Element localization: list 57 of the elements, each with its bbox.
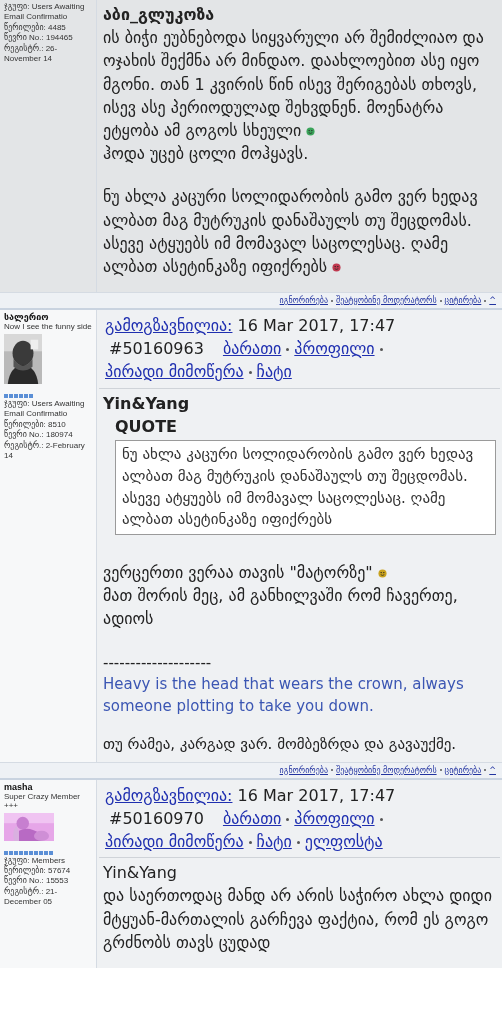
separator-dot [296, 840, 300, 844]
member-stat: წერილები: 57674 [4, 865, 72, 876]
posted-link[interactable]: გამოგზავნილია: [105, 785, 233, 805]
member-stat: წერილები: 8510 [4, 419, 67, 430]
profile-link[interactable]: ბარათი [222, 808, 282, 828]
signature-rule: -------------------- [103, 652, 213, 674]
separator-dot [248, 371, 252, 375]
profile-link[interactable]: პროფილი [294, 339, 375, 359]
member-stat: რეგისტრ.: 2-February 14 [4, 440, 86, 462]
member-title: Now I see the funny side [4, 322, 93, 332]
quoted-name: Yin&Yang [103, 392, 191, 415]
post-action-link[interactable]: შეატყობინე მოდერატორს [336, 765, 437, 775]
separator-dot [248, 840, 252, 844]
separator-dot [379, 817, 383, 821]
profile-link[interactable]: პირადი მიმოწერა [105, 362, 244, 382]
post-action-link[interactable]: ციტირება [444, 296, 482, 306]
post-date: 16 Mar 2017, 17:47 [237, 785, 396, 805]
post-action-link[interactable]: ციტირება [444, 765, 482, 775]
post-action-link[interactable]: იგნორირება [279, 296, 328, 306]
member-stat: წევრი No.: 180974 [4, 430, 74, 441]
quoted-name: Yin&Yang [103, 862, 178, 885]
member-stat: წევრი No.: 194465 [4, 33, 74, 44]
post-text: ნუ ახლა კაცური სოლიდარობის გამო ვერ ხედავ ალბათ მაგ მუტრუკის დანაშაულს თუ შეცდომას. ასევე ატყუებს იმ მომავალ საცოლესაც. ღამე ალბათ ასეტინკაზე იფიქრებს [103, 187, 478, 276]
quote-label: QUOTE [115, 415, 179, 438]
post-text: ვერცერთი ვერაა თავის "მატორზე" [103, 563, 374, 582]
post-text: ჰოდა უცებ ცოლი მოჰყავს. [103, 144, 309, 164]
member-stat: ჯგუფი: Members [4, 855, 66, 866]
profile-link[interactable]: ჩატი [256, 362, 292, 382]
posted-link[interactable]: გამოგზავნილია: [105, 316, 233, 336]
post-action-link[interactable]: ^ [489, 765, 496, 775]
post-action-link[interactable]: ^ [489, 296, 496, 306]
profile-link[interactable]: პროფილი [294, 808, 375, 828]
separator-dot [286, 817, 290, 821]
post-action-link[interactable]: შეატყობინე მოდერატორს [336, 296, 437, 306]
separator-dot [286, 348, 290, 352]
signature-note: თუ რამეა, კარგად ვარ. მომბეზრდა და გავაუქმე. [103, 733, 458, 755]
post-text: და საერთოდაც მანდ არ არის საჭირო ახლა დიდი მტყუან-მართალის გარჩევა ფაქტია, რომ ეს გოგო გრძნობს თავს ცუდად [103, 886, 492, 952]
quoted-name: აბი_გლუკოზა [103, 4, 216, 26]
username[interactable]: სალერიო [4, 312, 93, 323]
profile-link[interactable]: ჩატი [256, 831, 292, 851]
post-number: #50160963 [109, 339, 204, 359]
post-action-link[interactable]: იგნორირება [279, 765, 328, 775]
quote-text: ნუ ახლა კაცური სოლიდარობის გამო ვერ ხედავ ალბათ მაგ მუტრუკის დანაშაულს თუ შეცდომას. ასევე ატყუებს იმ მომავალ საცოლესაც. ღამე ალბათ ასეტინკაზე იფიქრებს [122, 445, 474, 529]
member-stat: რეგისტრ.: 26-November 14 [4, 43, 59, 65]
post-date: 16 Mar 2017, 17:47 [237, 316, 396, 336]
member-stat: რეგისტრ.: 21-December 05 [4, 886, 59, 908]
separator-dot [379, 348, 383, 352]
member-stat: წერილები: 4485 [4, 22, 67, 33]
post-number: #50160970 [109, 808, 204, 828]
profile-link[interactable]: პირადი მიმოწერა [105, 831, 244, 851]
profile-link[interactable]: ელფოსტა [304, 831, 383, 851]
profile-link[interactable]: ბარათი [222, 339, 282, 359]
post-text: მათ შორის მეც, ამ განხილვაში რომ ჩავერთე, ადიოს [103, 586, 458, 629]
username[interactable]: masha [4, 781, 93, 792]
member-stat: წევრი No.: 15553 [4, 876, 70, 887]
signature-quote: Heavy is the head that wears the crown, always someone plotting to take you down. [103, 674, 465, 718]
member-title: Super Crazy Member +++ [4, 791, 82, 810]
